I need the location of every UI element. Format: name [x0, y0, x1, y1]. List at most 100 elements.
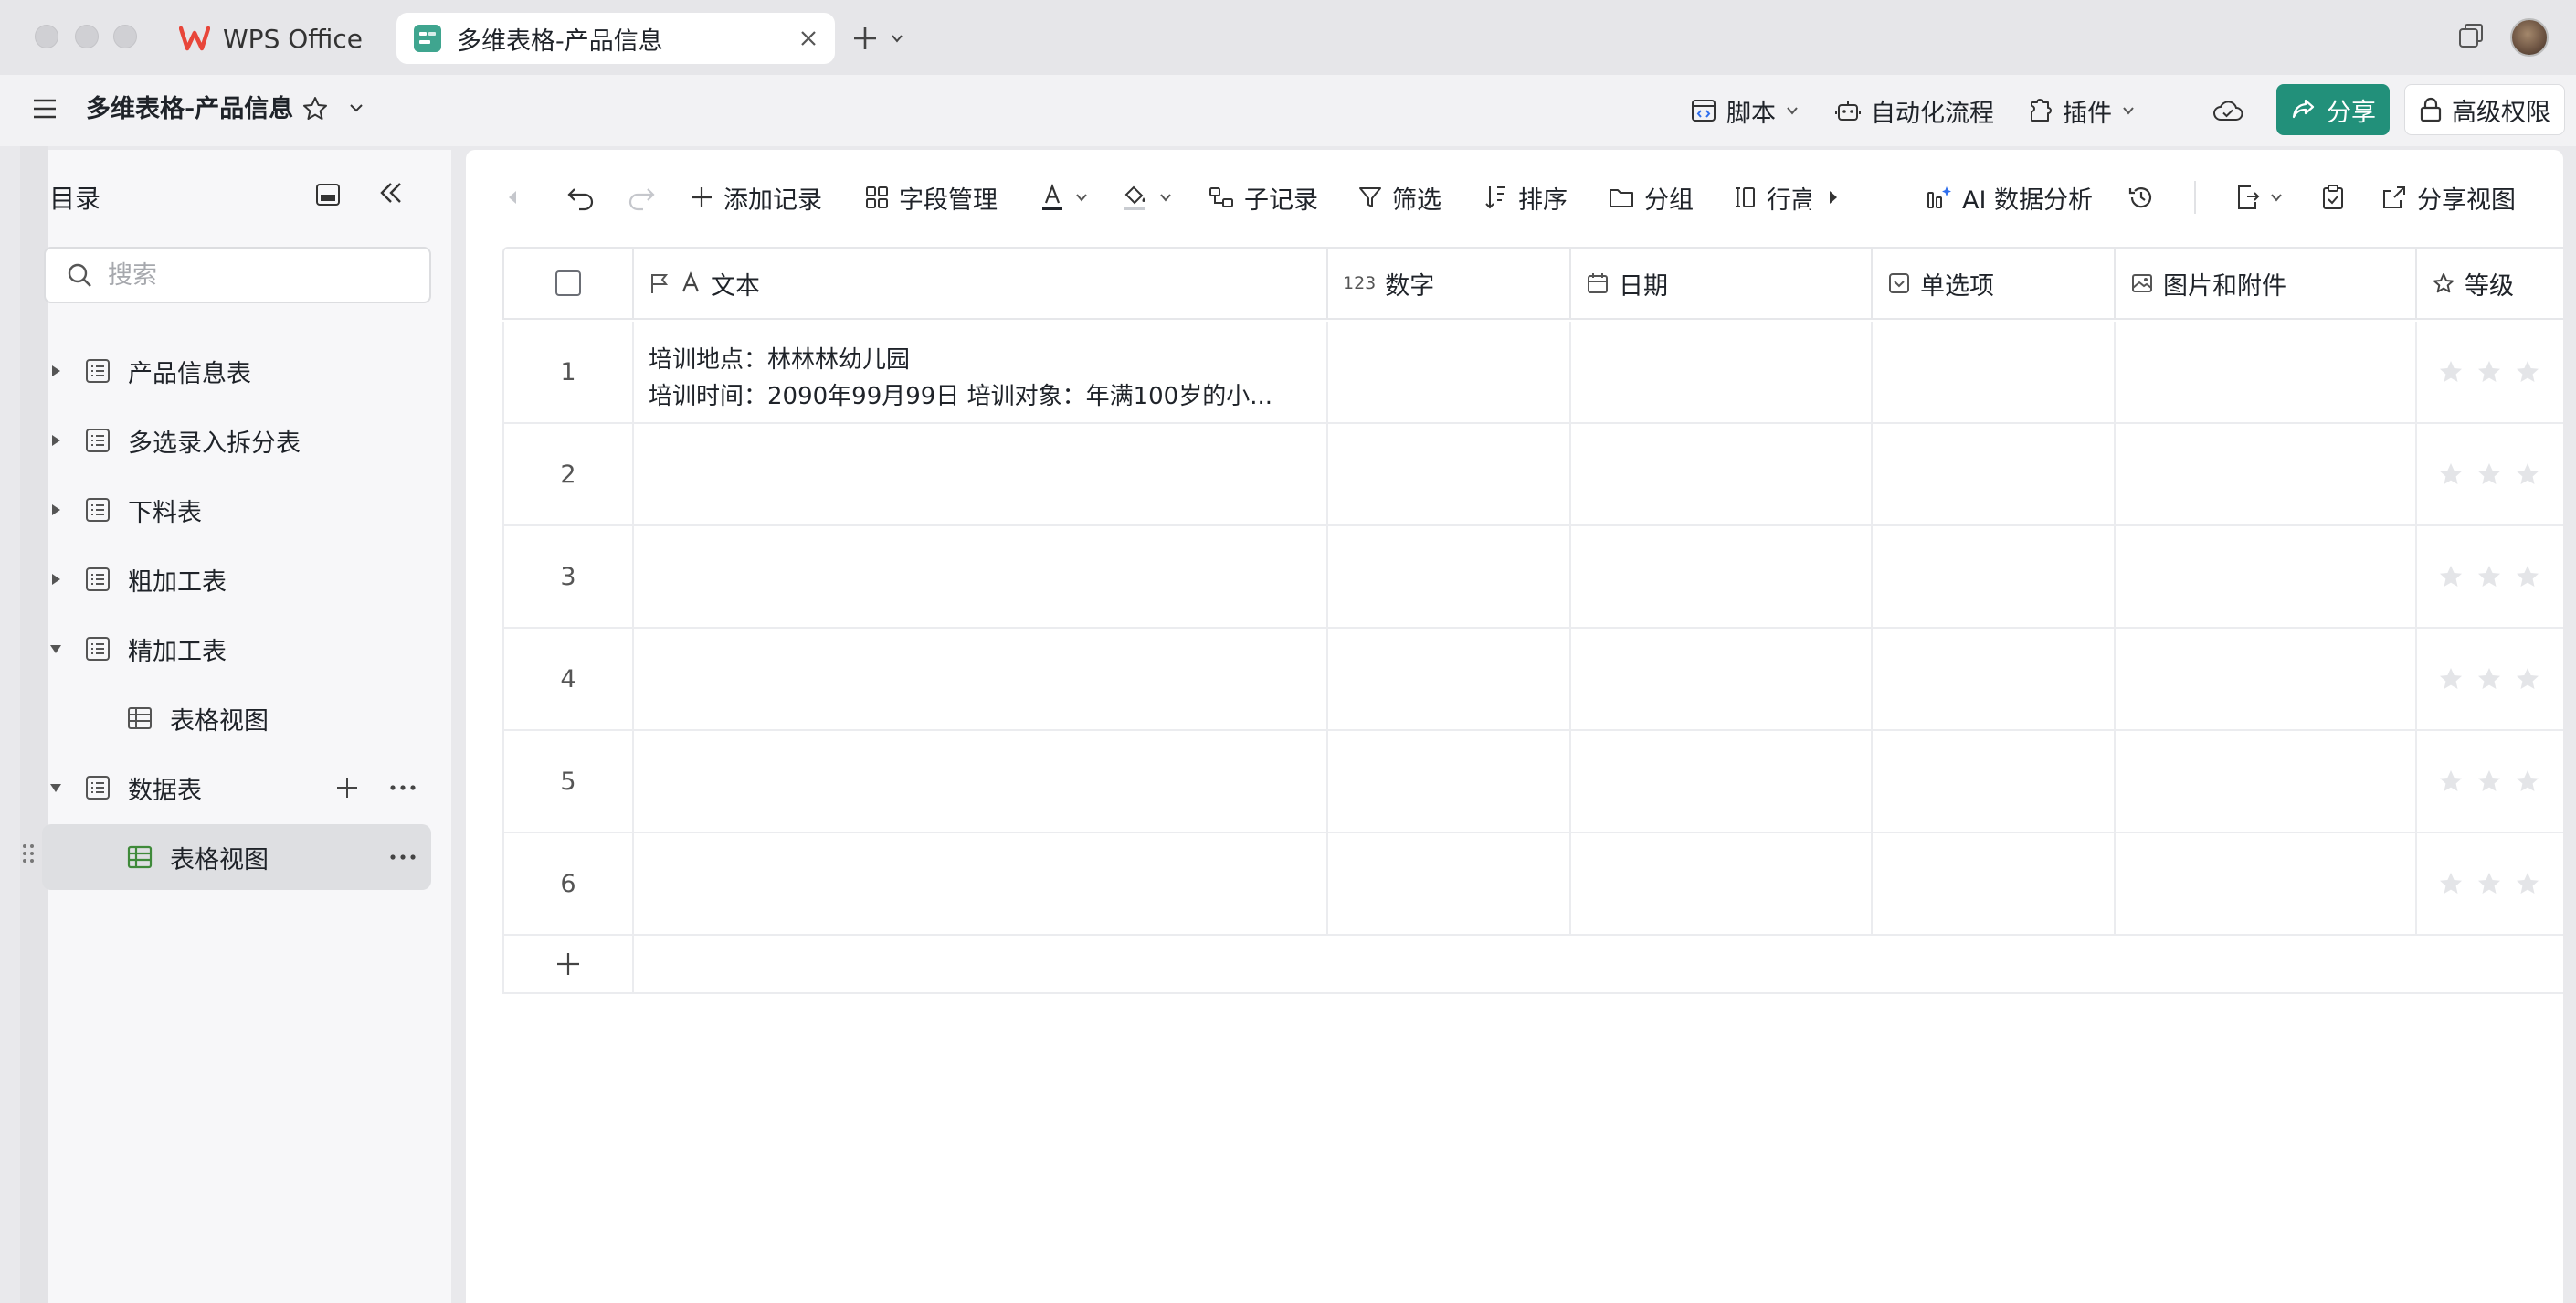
cell-rating[interactable] [2417, 424, 2563, 526]
cell-number[interactable] [1328, 731, 1571, 833]
rating-star-icon[interactable] [2476, 768, 2503, 795]
redo-icon[interactable] [627, 177, 656, 217]
share-view-button[interactable]: 分享视图 [2381, 177, 2516, 217]
column-header-single-select[interactable]: 单选项 [1873, 247, 2116, 320]
cell-single-select[interactable] [1873, 322, 2116, 424]
cell-rating[interactable] [2417, 629, 2563, 731]
cell-date[interactable] [1571, 833, 1873, 936]
rating-star-icon[interactable] [2514, 870, 2541, 897]
cell-number[interactable] [1328, 322, 1571, 424]
sidebar-item-data-table[interactable]: 数据表 [42, 755, 431, 821]
cell-text[interactable] [634, 731, 1328, 833]
rating-star-icon[interactable] [2476, 563, 2503, 590]
undo-icon[interactable] [566, 177, 596, 217]
drag-handle-icon[interactable] [22, 842, 35, 864]
tab-wps-office[interactable]: WPS Office [179, 13, 363, 64]
cell-text[interactable] [634, 833, 1328, 936]
sub-record-button[interactable]: 子记录 [1208, 177, 1318, 217]
share-button[interactable]: 分享 [2276, 84, 2390, 135]
rating-star-icon[interactable] [2437, 563, 2465, 590]
rating-star-icon[interactable] [2476, 665, 2503, 693]
caret-right-icon[interactable] [42, 503, 69, 517]
rating-star-icon[interactable] [2514, 358, 2541, 386]
sidebar-item-multi-select-split[interactable]: 多选录入拆分表 [42, 408, 431, 473]
add-view-icon[interactable] [334, 775, 360, 800]
caret-down-icon[interactable] [42, 642, 69, 655]
field-manage-button[interactable]: 字段管理 [864, 177, 998, 217]
row-number-cell[interactable]: 2 [502, 424, 634, 526]
cell-date[interactable] [1571, 731, 1873, 833]
sidebar-item-finishing[interactable]: 精加工表 [42, 616, 431, 682]
select-all-checkbox[interactable] [555, 270, 581, 296]
add-record-button[interactable]: 添加记录 [689, 177, 822, 217]
cell-date[interactable] [1571, 322, 1873, 424]
rating-star-icon[interactable] [2514, 461, 2541, 488]
plugin-menu[interactable]: 插件 [2026, 91, 2136, 130]
search-input[interactable] [108, 260, 400, 290]
rating-star-icon[interactable] [2437, 461, 2465, 488]
cell-single-select[interactable] [1873, 731, 2116, 833]
cell-single-select[interactable] [1873, 526, 2116, 629]
cell-number[interactable] [1328, 629, 1571, 731]
rating-star-icon[interactable] [2514, 563, 2541, 590]
cell-single-select[interactable] [1873, 424, 2116, 526]
cell-rating[interactable] [2417, 833, 2563, 936]
sort-button[interactable]: 排序 [1483, 177, 1568, 217]
page-title[interactable]: 多维表格-产品信息 [86, 91, 293, 128]
cell-attachment[interactable] [2116, 833, 2417, 936]
more-icon[interactable] [389, 853, 417, 861]
rating-star-icon[interactable] [2437, 665, 2465, 693]
column-header-number[interactable]: 123 数字 [1328, 247, 1571, 320]
column-header-text[interactable]: 文本 [634, 247, 1328, 320]
row-number-cell[interactable]: 1 [502, 322, 634, 424]
row-number-cell[interactable]: 3 [502, 526, 634, 629]
rating-star-icon[interactable] [2476, 870, 2503, 897]
cell-text[interactable] [634, 526, 1328, 629]
cell-rating[interactable] [2417, 731, 2563, 833]
cell-attachment[interactable] [2116, 526, 2417, 629]
cell-rating[interactable] [2417, 526, 2563, 629]
group-button[interactable]: 分组 [1608, 177, 1694, 217]
cell-single-select[interactable] [1873, 629, 2116, 731]
fill-color-button[interactable] [1122, 177, 1173, 217]
automation-button[interactable]: 自动化流程 [1834, 91, 1994, 130]
filter-button[interactable]: 筛选 [1357, 177, 1441, 217]
caret-right-icon[interactable] [42, 364, 69, 378]
export-menu[interactable] [2234, 177, 2284, 217]
search-box[interactable] [44, 247, 431, 303]
cell-single-select[interactable] [1873, 833, 2116, 936]
new-tab-button[interactable] [851, 18, 904, 58]
script-menu[interactable]: 脚本 [1690, 91, 1800, 130]
cloud-sync-status[interactable] [2212, 91, 2243, 130]
star-icon[interactable] [301, 95, 329, 122]
column-header-date[interactable]: 日期 [1571, 247, 1873, 320]
close-icon[interactable] [798, 28, 818, 48]
advanced-permission-button[interactable]: 高级权限 [2404, 84, 2565, 135]
collapse-sidebar-icon[interactable] [376, 179, 406, 207]
window-close-button[interactable] [35, 25, 58, 48]
row-number-cell[interactable]: 4 [502, 629, 634, 731]
window-restore-icon[interactable] [2457, 22, 2485, 49]
rating-star-icon[interactable] [2437, 768, 2465, 795]
cell-number[interactable] [1328, 833, 1571, 936]
rating-star-icon[interactable] [2514, 768, 2541, 795]
cell-attachment[interactable] [2116, 731, 2417, 833]
sidebar-item-rough-machining[interactable]: 粗加工表 [42, 546, 431, 612]
avatar[interactable] [2510, 18, 2549, 57]
caret-down-icon[interactable] [42, 781, 69, 794]
row-number-cell[interactable]: 6 [502, 833, 634, 936]
window-zoom-button[interactable] [113, 25, 137, 48]
cell-date[interactable] [1571, 424, 1873, 526]
cell-date[interactable] [1571, 629, 1873, 731]
row-height-button[interactable]: 行高 [1732, 177, 1811, 217]
sidebar-item-grid-view[interactable]: 表格视图 [42, 685, 431, 751]
clipboard-check-icon[interactable] [2320, 177, 2346, 217]
window-minimize-button[interactable] [75, 25, 99, 48]
ai-analysis-button[interactable]: AI 数据分析 [1926, 177, 2093, 217]
rating-star-icon[interactable] [2437, 870, 2465, 897]
rating-star-icon[interactable] [2437, 358, 2465, 386]
column-header-rating[interactable]: 等级 [2417, 247, 2563, 320]
column-header-attachment[interactable]: 图片和附件 [2116, 247, 2417, 320]
cell-text[interactable] [634, 424, 1328, 526]
cell-text[interactable]: 培训地点：林林林幼儿园 培训时间：2090年99月99日 培训对象：年满100岁的… [634, 322, 1328, 424]
